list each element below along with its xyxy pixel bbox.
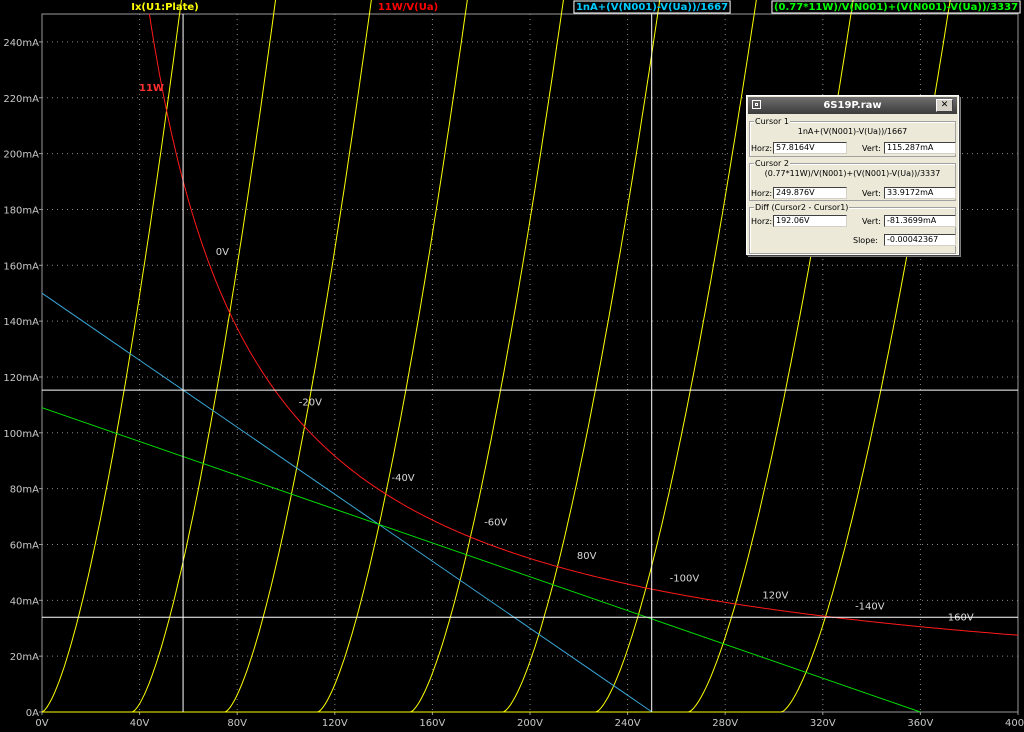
plate-curve-label: 80V <box>577 551 597 562</box>
trace-label[interactable]: 1nA+(V(N001)-V(Ua))/1667 <box>576 2 728 13</box>
diff-horz-value[interactable]: 192.06V <box>773 215 847 227</box>
y-tick-label: 140mA <box>3 317 39 328</box>
diff-horz-label: Horz: <box>751 217 773 226</box>
y-tick-label: 180mA <box>3 205 39 216</box>
x-tick-label: 40V <box>130 718 150 729</box>
trace-label[interactable]: Ix(U1:Plate) <box>131 2 198 13</box>
x-tick-label: 320V <box>810 718 836 729</box>
diff-legend: Diff (Cursor2 - Cursor1) <box>754 203 850 212</box>
diff-vert-value[interactable]: -81.3699mA <box>884 215 956 227</box>
plate-curve-label: -140V <box>855 601 885 612</box>
y-tick-label: 60mA <box>10 540 39 551</box>
cursor2-group: Cursor 2 (0.77*11W)/V(N001)+(V(N001)-V(U… <box>749 159 956 201</box>
cursor1-vert-value[interactable]: 115.287mA <box>884 142 956 154</box>
x-tick-label: 360V <box>907 718 933 729</box>
y-tick-label: 100mA <box>3 429 39 440</box>
plate-curve-label: -60V <box>484 518 507 529</box>
plate-curve-label: 120V <box>762 590 788 601</box>
y-tick-label: 120mA <box>3 373 39 384</box>
diff-vert-label: Vert: <box>862 217 881 226</box>
cursor1-horz-label: Horz: <box>751 144 773 153</box>
plate-curve-label: -20V <box>299 398 322 409</box>
cursor1-vert-label: Vert: <box>862 144 881 153</box>
trace-label[interactable]: (0.77*11W)/V(N001)+(V(N001)-V(Ua))/3337 <box>774 2 1018 13</box>
cursor1-group: Cursor 1 1nA+(V(N001)-V(Ua))/1667 Horz: … <box>749 117 956 157</box>
x-tick-label: 240V <box>615 718 641 729</box>
dialog-title: 6S19P.raw <box>823 100 882 111</box>
cursor1-expression: 1nA+(V(N001)-V(Ua))/1667 <box>797 127 908 136</box>
plate-curve-label: 160V <box>948 613 974 624</box>
cursor2-legend: Cursor 2 <box>754 159 790 168</box>
cursor-dialog[interactable]: 6S19P.raw ✕ Cursor 1 1nA+(V(N001)-V(Ua))… <box>746 95 959 255</box>
cursor2-expression: (0.77*11W)/V(N001)+(V(N001)-V(Ua))/3337 <box>764 169 941 178</box>
y-tick-label: 40mA <box>10 596 39 607</box>
plate-curve-label: -100V <box>670 574 700 585</box>
dialog-titlebar[interactable]: 6S19P.raw ✕ <box>748 97 957 114</box>
cursor1-legend: Cursor 1 <box>754 117 790 126</box>
x-tick-label: 200V <box>517 718 543 729</box>
cursor2-horz-value[interactable]: 249.876V <box>773 187 847 199</box>
x-tick-label: 400V <box>1005 718 1024 729</box>
plate-curve-label: -40V <box>391 473 414 484</box>
cursor2-horz-label: Horz: <box>751 189 773 198</box>
diff-slope-value[interactable]: -0.00042367 <box>884 234 956 246</box>
x-tick-label: 280V <box>712 718 738 729</box>
y-tick-label: 160mA <box>3 261 39 272</box>
diff-slope-label: Slope: <box>853 236 878 245</box>
cursor2-vert-value[interactable]: 33.9172mA <box>884 187 956 199</box>
x-tick-label: 80V <box>227 718 247 729</box>
x-tick-label: 160V <box>419 718 445 729</box>
trace-label[interactable]: 11W/V(Ua) <box>378 2 438 13</box>
power-limit-label: 11W <box>139 83 164 94</box>
close-button[interactable]: ✕ <box>936 99 953 112</box>
x-tick-label: 0V <box>35 718 48 729</box>
y-tick-label: 200mA <box>3 150 39 161</box>
plate-curve-label: 0V <box>216 247 229 258</box>
cursor1-horz-value[interactable]: 57.8164V <box>773 142 847 154</box>
cursor2-vert-label: Vert: <box>862 189 881 198</box>
y-tick-label: 80mA <box>10 485 39 496</box>
x-tick-label: 120V <box>322 718 348 729</box>
y-tick-label: 220mA <box>3 94 39 105</box>
y-tick-label: 240mA <box>3 38 39 49</box>
y-tick-label: 0A <box>26 708 39 719</box>
close-icon: ✕ <box>940 100 949 110</box>
y-tick-label: 20mA <box>10 652 39 663</box>
diff-group: Diff (Cursor2 - Cursor1) Horz: 192.06V V… <box>749 203 956 254</box>
